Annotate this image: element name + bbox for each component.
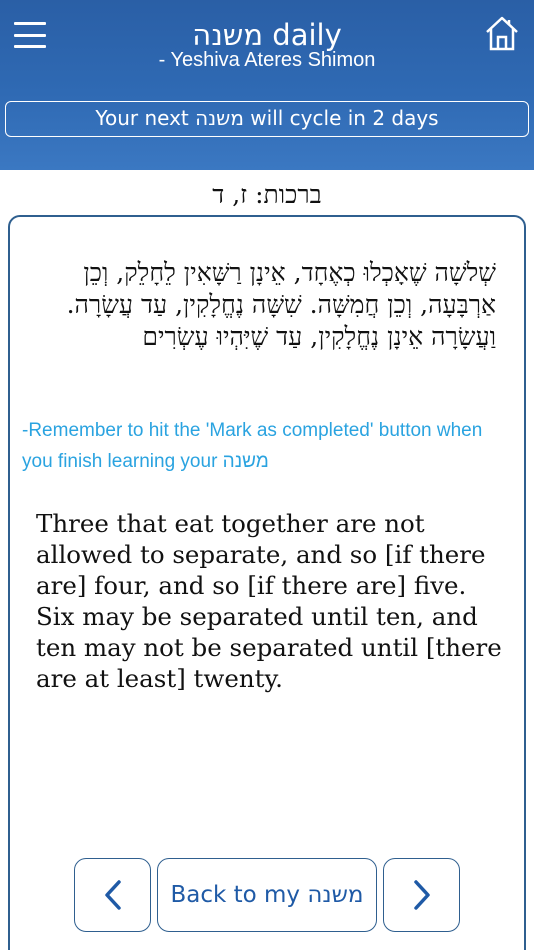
cycle-banner: Your next משנה will cycle in 2 days xyxy=(5,101,529,137)
mishna-hebrew-text: שְׁלשָׁה שֶׁאָכְלוּ כְאֶחָד, אֵינָן רַשָ… xyxy=(66,258,496,351)
app-subtitle: - Yeshiva Ateres Shimon xyxy=(158,49,376,71)
chevron-right-icon xyxy=(413,880,430,910)
app-title: משנה daily xyxy=(192,18,342,52)
next-mishna-button[interactable] xyxy=(383,858,460,932)
back-to-my-mishna-button[interactable]: Back to my משנה xyxy=(157,858,377,932)
mishna-reference: ברכות: ז, ד xyxy=(212,180,322,209)
home-icon[interactable] xyxy=(484,14,520,52)
app-header: משנה daily - Yeshiva Ateres Shimon Your … xyxy=(0,0,534,170)
previous-mishna-button[interactable] xyxy=(74,858,151,932)
mark-completed-reminder: -Remember to hit the 'Mark as completed'… xyxy=(22,420,483,472)
mishna-translation: Three that eat together are not allowed … xyxy=(36,509,502,693)
chevron-left-icon xyxy=(104,880,121,910)
